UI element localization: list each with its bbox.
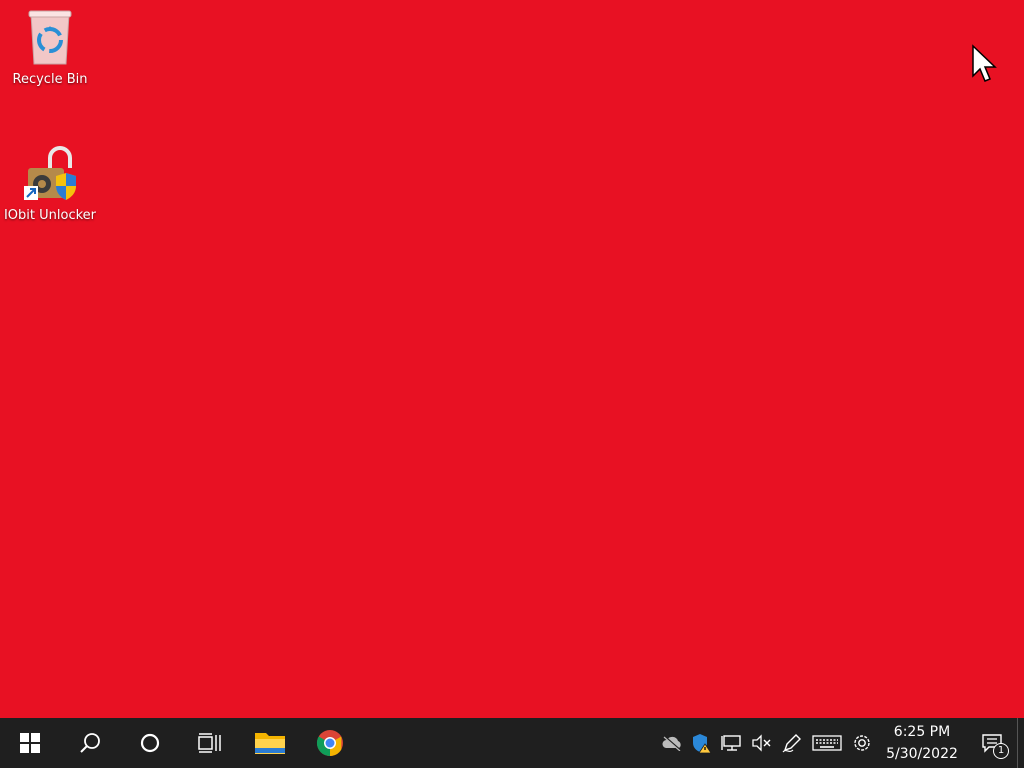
desktop-icon-label: IObit Unlocker [3,208,97,223]
action-center-button[interactable]: 1 [967,718,1017,768]
settings-icon [854,735,870,751]
security-warning-icon [693,734,712,754]
task-view-button[interactable] [180,718,240,768]
chrome-icon [316,730,343,757]
notification-count-badge: 1 [993,743,1009,759]
clock-time: 6:25 PM [893,724,951,740]
desktop: Recycle Bin IObit Unlocker [0,0,1024,718]
volume-muted-icon [752,734,771,752]
windows-start-icon [20,733,40,753]
cortana-icon [140,733,160,753]
show-desktop-button[interactable] [1017,718,1024,768]
touch-keyboard-icon [812,735,842,751]
iobit-unlocker-icon [24,146,76,200]
desktop-icon-recycle-bin[interactable]: Recycle Bin [0,8,100,88]
security-tray-button[interactable] [687,718,717,768]
taskbar-clock[interactable]: 6:25 PM 5/30/2022 [877,718,967,768]
search-icon [80,733,100,753]
onedrive-offline-icon [662,735,681,751]
start-button[interactable] [0,718,60,768]
desktop-icon-iobit-unlocker[interactable]: IObit Unlocker [0,146,100,224]
file-explorer-icon [255,733,285,754]
chrome-button[interactable] [300,718,360,768]
mouse-cursor-icon [972,44,997,82]
onedrive-tray-button[interactable] [657,718,687,768]
network-icon [721,735,741,751]
system-tray: 6:25 PM 5/30/2022 1 [657,718,1024,768]
taskbar: 6:25 PM 5/30/2022 1 [0,718,1024,768]
network-tray-button[interactable] [717,718,747,768]
recycle-bin-icon [28,10,72,65]
clock-date: 5/30/2022 [886,746,958,762]
settings-tray-button[interactable] [847,718,877,768]
search-button[interactable] [60,718,120,768]
pen-tray-button[interactable] [777,718,807,768]
volume-tray-button[interactable] [747,718,777,768]
desktop-icon-label: Recycle Bin [12,72,88,87]
pen-icon [782,734,801,753]
touch-keyboard-tray-button[interactable] [807,718,847,768]
cortana-button[interactable] [120,718,180,768]
file-explorer-button[interactable] [240,718,300,768]
task-view-icon [198,733,221,753]
